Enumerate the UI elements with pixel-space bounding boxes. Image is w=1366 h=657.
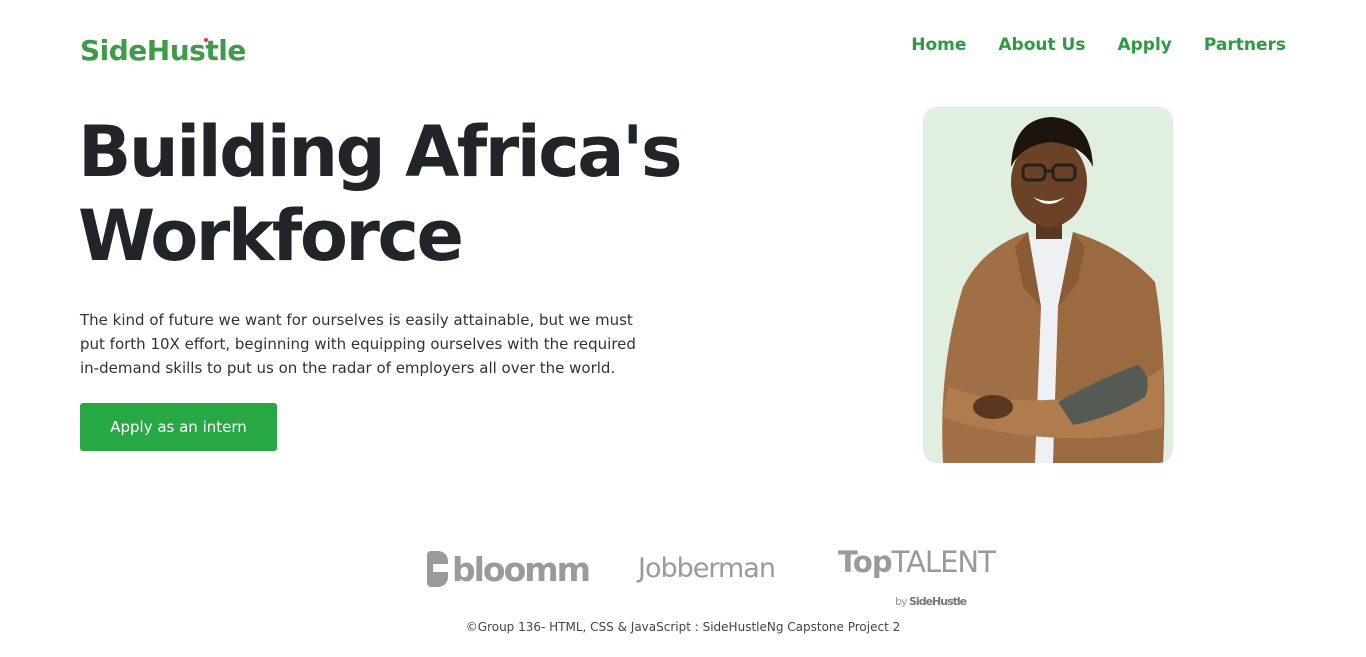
hero-photo (923, 107, 1173, 463)
logo-text: SideHustle (80, 34, 246, 67)
nav-home-link[interactable]: Home (911, 34, 966, 56)
bloomm-logo[interactable]: bloomm (427, 550, 591, 589)
smiling-man-illustration (942, 117, 1165, 463)
partner-logos: bloomm Jobberman TopTALENT by SideHustle (425, 545, 996, 608)
jobberman-logo[interactable]: Jobberman (638, 553, 776, 584)
toptalent-logo[interactable]: TopTALENT by SideHustle (838, 545, 996, 608)
bloomm-mark-icon (427, 551, 448, 587)
nav-partners-link[interactable]: Partners (1204, 34, 1286, 56)
main-nav: Home About Us Apply Partners (911, 34, 1286, 56)
apply-as-intern-button[interactable]: Apply as an intern (80, 403, 277, 451)
nav-about-us-link[interactable]: About Us (998, 34, 1085, 56)
page: SideHustle Home About Us Apply Partners … (0, 0, 1366, 657)
nav-apply-link[interactable]: Apply (1117, 34, 1171, 56)
footer-credit: ©Group 136- HTML, CSS & JavaScript : Sid… (465, 620, 901, 634)
hero-title: Building Africa's Workforce (78, 111, 683, 277)
toptalent-byline: by SideHustle (895, 595, 967, 608)
hero-description: The kind of future we want for ourselves… (80, 311, 636, 377)
logo-accent-dot (204, 38, 208, 42)
sidehustle-logo[interactable]: SideHustle (80, 34, 246, 67)
